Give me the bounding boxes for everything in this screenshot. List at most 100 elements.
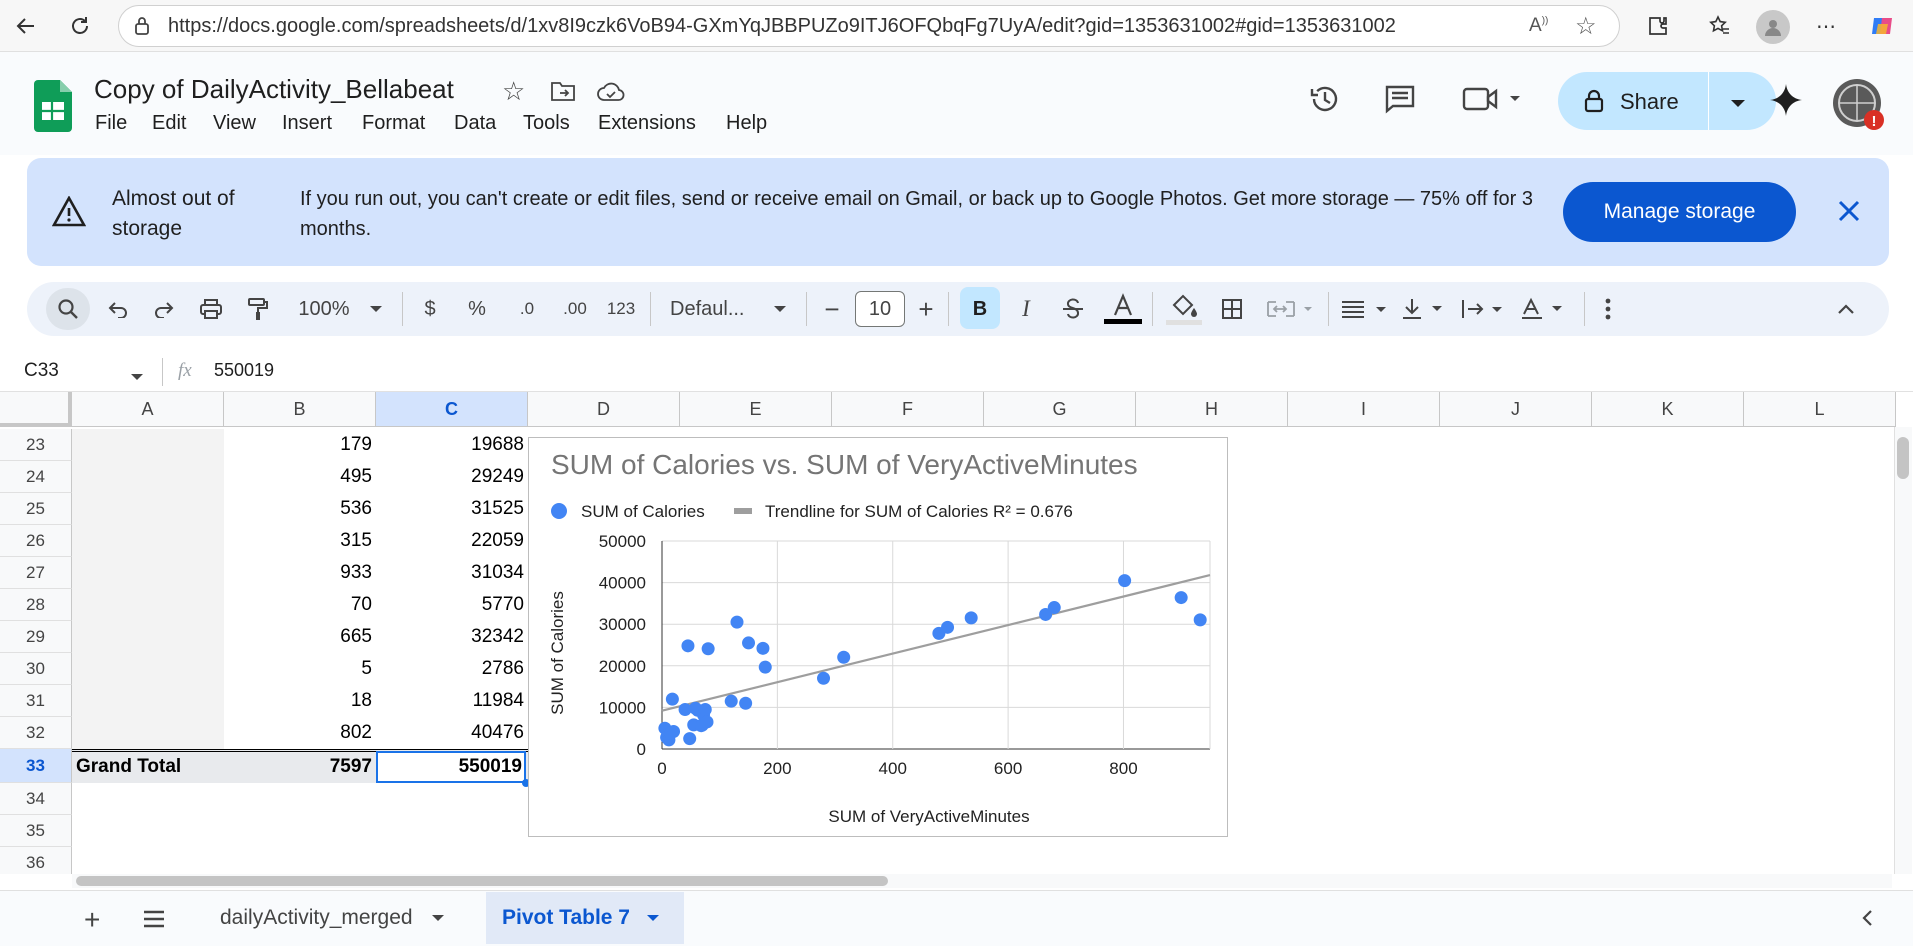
share-button[interactable]: Share [1558,72,1776,130]
name-box-dropdown-icon[interactable] [130,368,144,386]
share-dropdown-icon[interactable] [1730,96,1746,114]
menu-file[interactable]: File [95,112,127,135]
cell-c[interactable]: 32342 [376,621,524,653]
sheet-tab-dropdown-icon[interactable] [431,914,445,922]
menu-view[interactable]: View [213,112,256,135]
cell-c[interactable]: 11984 [376,685,524,717]
undo-icon[interactable] [104,293,132,325]
close-icon[interactable] [1834,196,1864,231]
selected-cell-c33[interactable]: 550019 [376,751,526,783]
cell-b[interactable]: 315 [224,525,372,557]
cell-c[interactable]: 22059 [376,525,524,557]
menu-tools[interactable]: Tools [523,112,570,135]
font-family-select[interactable]: Defaul... [670,293,782,325]
formula-input[interactable]: 550019 [214,360,274,381]
collapse-toolbar-icon[interactable] [1834,293,1858,325]
meet-icon[interactable] [1462,86,1522,117]
row-header[interactable]: 36 [0,847,72,874]
strikethrough-icon[interactable] [1058,293,1088,325]
column-header-i[interactable]: I [1288,392,1440,427]
vertical-scrollbar[interactable] [1894,427,1912,874]
column-header-d[interactable]: D [528,392,680,427]
grand-total-b[interactable]: 7597 [224,751,372,783]
zoom-dropdown-icon[interactable] [366,293,386,325]
profile-icon[interactable] [1756,10,1790,44]
horizontal-scroll-thumb[interactable] [76,876,888,886]
sheet-tab-pivot-table-7[interactable]: Pivot Table 7 [486,892,684,944]
manage-storage-button[interactable]: Manage storage [1563,182,1796,242]
favorite-star-icon[interactable]: ☆ [1575,12,1597,41]
column-header-a[interactable]: A [72,392,224,427]
row-header[interactable]: 23 [0,429,72,461]
text-rotation-icon[interactable] [1520,293,1570,325]
refresh-icon[interactable] [66,12,94,40]
gemini-icon[interactable] [1770,84,1802,121]
font-dropdown-icon[interactable] [770,293,790,325]
row-header[interactable]: 25 [0,493,72,525]
menu-data[interactable]: Data [454,112,496,135]
more-options-icon[interactable]: ⋯ [1812,12,1840,40]
star-icon[interactable]: ☆ [502,76,525,107]
column-header-k[interactable]: K [1592,392,1744,427]
decrease-decimal-button[interactable]: .0 [510,293,544,325]
row-header[interactable]: 35 [0,815,72,847]
column-header-e[interactable]: E [680,392,832,427]
cell-b[interactable]: 18 [224,685,372,717]
fill-color-icon[interactable] [1166,293,1202,325]
paint-format-icon[interactable] [244,293,272,325]
cell-b[interactable]: 495 [224,461,372,493]
column-header-b[interactable]: B [224,392,376,427]
column-header-l[interactable]: L [1744,392,1896,427]
row-header[interactable]: 24 [0,461,72,493]
extensions-icon[interactable] [1644,12,1672,40]
cell-c[interactable]: 29249 [376,461,524,493]
column-header-c[interactable]: C [376,392,528,427]
cell-c[interactable]: 2786 [376,653,524,685]
sheet-tab-dropdown-icon[interactable] [646,914,660,922]
print-icon[interactable] [197,293,225,325]
search-icon[interactable] [54,293,82,325]
row-header[interactable]: 28 [0,589,72,621]
select-all-corner[interactable] [0,392,72,427]
cell-b[interactable]: 70 [224,589,372,621]
bold-button[interactable]: B [964,293,996,325]
merge-cells-icon[interactable] [1266,293,1316,325]
add-sheet-icon[interactable]: + [84,904,100,936]
version-history-icon[interactable] [1308,82,1342,121]
copilot-icon[interactable] [1868,12,1896,40]
menu-insert[interactable]: Insert [282,112,332,135]
name-box[interactable]: C33 [24,360,59,382]
column-header-g[interactable]: G [984,392,1136,427]
italic-button[interactable]: I [1012,293,1040,325]
cell-c[interactable]: 5770 [376,589,524,621]
row-header[interactable]: 33 [0,749,72,783]
vertical-scroll-thumb[interactable] [1897,437,1909,479]
column-header-j[interactable]: J [1440,392,1592,427]
text-wrapping-icon[interactable] [1460,293,1510,325]
row-header[interactable]: 32 [0,717,72,749]
cell-b[interactable]: 802 [224,717,372,749]
cell-b[interactable]: 179 [224,429,372,461]
account-avatar[interactable]: ! [1832,78,1886,137]
move-folder-icon[interactable] [550,80,576,107]
text-color-icon[interactable] [1104,293,1142,325]
row-header[interactable]: 30 [0,653,72,685]
cell-c[interactable]: 19688 [376,429,524,461]
scatter-chart[interactable]: SUM of Calories vs. SUM of VeryActiveMin… [528,437,1228,837]
cell-b[interactable]: 5 [224,653,372,685]
collapse-sidepanel-icon[interactable] [1860,908,1874,933]
increase-font-size-icon[interactable]: + [914,293,938,325]
read-aloud-icon[interactable]: A)) [1529,15,1548,37]
row-header[interactable]: 29 [0,621,72,653]
font-size-input[interactable]: 10 [855,291,905,327]
row-header[interactable]: 34 [0,783,72,815]
horizontal-align-icon[interactable] [1340,293,1390,325]
cell-b[interactable]: 536 [224,493,372,525]
back-icon[interactable] [12,12,40,40]
menu-extensions[interactable]: Extensions [598,112,696,135]
decrease-font-size-icon[interactable]: − [820,293,844,325]
more-options-icon[interactable] [1598,293,1618,325]
grand-total-label[interactable]: Grand Total [76,751,221,783]
increase-decimal-button[interactable]: .00 [556,293,594,325]
all-sheets-icon[interactable] [142,910,166,933]
